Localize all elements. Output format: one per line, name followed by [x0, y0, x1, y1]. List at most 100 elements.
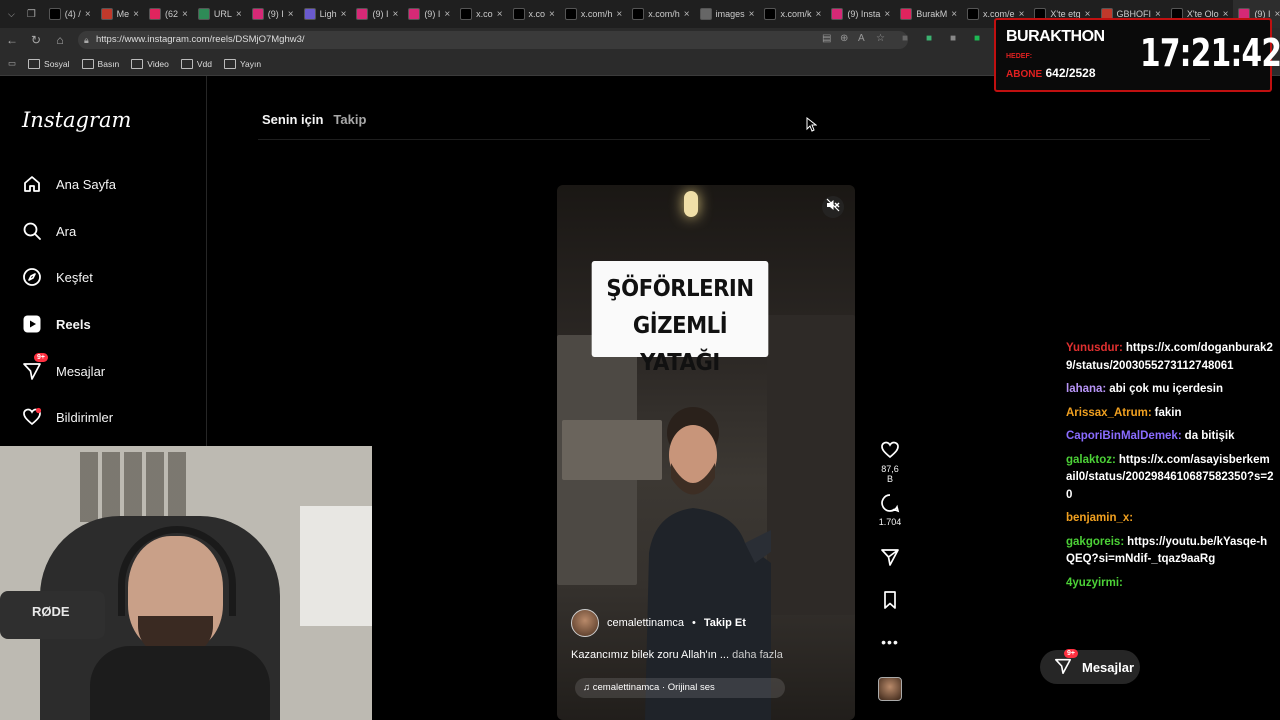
- browser-tab[interactable]: (4) / ×: [44, 0, 96, 28]
- close-tab-icon[interactable]: ×: [616, 9, 622, 20]
- close-tab-icon[interactable]: ×: [815, 9, 821, 20]
- tab-favicon-icon: [251, 8, 264, 20]
- tab-for-you[interactable]: Senin için: [262, 112, 323, 127]
- browser-tab[interactable]: images ×: [695, 0, 760, 28]
- more-link[interactable]: daha fazla: [732, 649, 783, 661]
- audio-chip[interactable]: ♫ cemalettinamca · Orijinal ses: [575, 678, 785, 698]
- bookmark-label: Basın: [97, 58, 120, 69]
- browser-tab[interactable]: x.co ×: [508, 0, 560, 28]
- url-text: https://www.instagram.com/reels/DSMjO7Mg…: [96, 34, 305, 45]
- audio-thumbnail[interactable]: [878, 677, 902, 701]
- mute-button[interactable]: [822, 196, 844, 218]
- chat-username: CaporiBinMalDemek:: [1066, 430, 1182, 442]
- bookmark-folder[interactable]: Vdd: [180, 58, 213, 69]
- messages-floating-button[interactable]: 9+ Mesajlar: [1040, 648, 1140, 684]
- close-tab-icon[interactable]: ×: [392, 9, 398, 20]
- sidebar-item-explore[interactable]: Keşfet: [22, 267, 93, 287]
- extension-icon[interactable]: ■: [950, 33, 956, 44]
- comment-button[interactable]: 1.704: [878, 493, 902, 527]
- chat-message: 4yuzyirmi:: [1066, 575, 1276, 593]
- close-tab-icon[interactable]: ×: [684, 9, 690, 20]
- author-username[interactable]: cemalettinamca: [607, 617, 684, 629]
- browser-tab[interactable]: (9) I ×: [403, 0, 455, 28]
- tab-label: Ligh: [319, 9, 337, 19]
- browser-tab[interactable]: x.com/h ×: [627, 0, 694, 28]
- sidebar-item-notifications[interactable]: Bildirimler: [22, 407, 113, 427]
- reading-list-icon[interactable]: ▭: [8, 58, 16, 69]
- chat-message: Yunusdur: https://x.com/doganburak29/stat…: [1066, 340, 1276, 375]
- sidebar-item-home[interactable]: Ana Sayfa: [22, 174, 116, 194]
- browser-tab[interactable]: BurakM ×: [895, 0, 962, 28]
- wall-frames: [80, 452, 190, 522]
- reel-video[interactable]: ŞÖFÖRLERIN GİZEMLİ YATAĞI cemalettinamca…: [557, 185, 855, 720]
- chat-text: da bitişik: [1184, 430, 1235, 442]
- tab-label: x.com/h: [580, 9, 613, 19]
- follow-button[interactable]: Takip Et: [704, 617, 746, 629]
- close-tab-icon[interactable]: ×: [182, 9, 188, 20]
- bookmark-folder[interactable]: Basın: [81, 58, 120, 69]
- close-tab-icon[interactable]: ×: [549, 9, 555, 20]
- browser-tab[interactable]: x.com/h ×: [560, 0, 627, 28]
- zoom-icon[interactable]: ⊕: [840, 33, 848, 44]
- close-tab-icon[interactable]: ×: [341, 9, 347, 20]
- share-icon: [881, 549, 899, 566]
- tab-favicon-icon: [356, 8, 369, 20]
- sidebar-item-messages[interactable]: 9+ Mesajlar: [22, 353, 105, 381]
- tab-following[interactable]: Takip: [333, 112, 366, 127]
- bookmark-label: Sosyal: [44, 58, 70, 69]
- tab-label: (9) Insta: [847, 9, 881, 19]
- like-button[interactable]: 87,6 B: [878, 440, 902, 484]
- url-field[interactable]: 🔒︎ https://www.instagram.com/reels/DSMjO…: [78, 31, 908, 49]
- save-button[interactable]: [878, 590, 902, 612]
- browser-tab[interactable]: URL ×: [193, 0, 247, 28]
- close-tab-icon[interactable]: ×: [1274, 9, 1280, 20]
- back-icon[interactable]: ←: [0, 33, 24, 47]
- close-tab-icon[interactable]: ×: [444, 9, 450, 20]
- close-tab-icon[interactable]: ×: [236, 9, 242, 20]
- tab-favicon-icon: [764, 8, 777, 20]
- tab-label: (9) I: [424, 9, 441, 19]
- close-tab-icon[interactable]: ×: [951, 9, 957, 20]
- extension-icon[interactable]: ■: [926, 33, 932, 44]
- tab-label: images: [715, 9, 745, 19]
- tab-actions[interactable]: ⌵ ❐: [0, 0, 44, 28]
- share-button[interactable]: [878, 547, 902, 569]
- sidebar-item-search[interactable]: Ara: [22, 221, 76, 241]
- favorite-star-icon[interactable]: ☆: [876, 33, 885, 44]
- read-aloud-icon[interactable]: A: [858, 33, 865, 44]
- browser-tab[interactable]: (9) I ×: [247, 0, 299, 28]
- bookmark-folder[interactable]: Video: [131, 58, 169, 69]
- browser-tab[interactable]: (9) Insta ×: [826, 0, 895, 28]
- extension-icon[interactable]: ■: [902, 33, 908, 44]
- reader-icon[interactable]: ▤: [822, 33, 831, 44]
- tab-favicon-icon: [48, 8, 61, 20]
- browser-tab[interactable]: Me ×: [96, 0, 144, 28]
- speaker-muted-icon: [826, 198, 840, 217]
- bookmark-folder[interactable]: Sosyal: [28, 58, 70, 69]
- audio-avatar-icon: [878, 677, 902, 701]
- close-tab-icon[interactable]: ×: [884, 9, 890, 20]
- browser-tab[interactable]: (62 ×: [144, 0, 193, 28]
- sidebar-item-reels[interactable]: Reels: [22, 314, 91, 334]
- tab-groups-icon[interactable]: ❐: [27, 9, 36, 20]
- bookmark-label: Vdd: [196, 58, 213, 69]
- reload-icon[interactable]: ↻: [24, 33, 48, 47]
- browser-tab[interactable]: Ligh ×: [299, 0, 352, 28]
- close-tab-icon[interactable]: ×: [288, 9, 294, 20]
- chevron-down-icon[interactable]: ⌵: [8, 9, 15, 20]
- bookmark-folder[interactable]: Yayın: [224, 58, 261, 69]
- browser-tab[interactable]: x.co ×: [455, 0, 507, 28]
- instagram-logo[interactable]: Instagram: [22, 108, 131, 132]
- browser-tab[interactable]: (9) I ×: [351, 0, 403, 28]
- close-tab-icon[interactable]: ×: [133, 9, 139, 20]
- close-tab-icon[interactable]: ×: [85, 9, 91, 20]
- author-avatar[interactable]: [571, 609, 599, 637]
- divider: [258, 139, 1210, 140]
- browser-tab[interactable]: x.com/k ×: [759, 0, 826, 28]
- extension-icon[interactable]: ■: [974, 33, 980, 44]
- subathon-overlay: BURAKTHON HEDEF: ABONE 642/2528 17:21:42: [994, 18, 1280, 92]
- close-tab-icon[interactable]: ×: [497, 9, 503, 20]
- home-icon[interactable]: ⌂: [48, 33, 72, 47]
- close-tab-icon[interactable]: ×: [749, 9, 755, 20]
- more-options-icon[interactable]: •••: [878, 634, 902, 650]
